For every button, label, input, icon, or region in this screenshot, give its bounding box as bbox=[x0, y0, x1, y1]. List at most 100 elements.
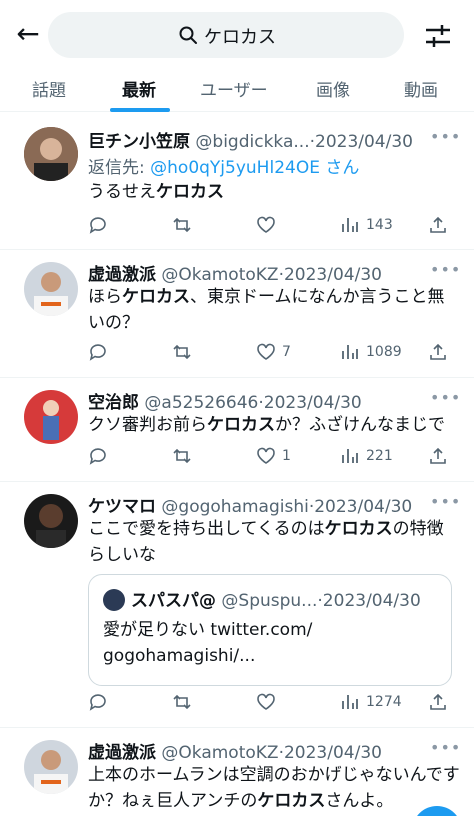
tweet-text-part: ここで愛を持ち出してくるのは bbox=[88, 519, 325, 539]
retweet-button[interactable] bbox=[172, 444, 192, 468]
retweet-icon bbox=[173, 448, 191, 464]
like-button[interactable]: 7 bbox=[256, 340, 291, 364]
tweet[interactable]: 空治郎 @a52526646·2023/04/30 ••• クソ審判お前らケロカ… bbox=[0, 378, 474, 482]
views-count: 221 bbox=[366, 448, 393, 464]
reply-prefix: 返信先: bbox=[88, 158, 151, 178]
views-button[interactable]: 221 bbox=[340, 444, 393, 468]
tweet-header: 空治郎 @a52526646·2023/04/30 bbox=[88, 388, 362, 413]
heart-icon bbox=[257, 693, 275, 710]
tab-people[interactable]: ユーザー bbox=[200, 76, 268, 101]
reply-suffix[interactable]: さん bbox=[325, 158, 359, 178]
display-name[interactable]: 空治郎 bbox=[88, 393, 139, 413]
reply-bubble-icon bbox=[89, 694, 106, 711]
display-name[interactable]: 虚過激派 bbox=[88, 743, 156, 763]
like-count: 7 bbox=[282, 344, 291, 360]
avatar[interactable] bbox=[24, 262, 78, 316]
display-name[interactable]: 巨チン小笠原 bbox=[88, 132, 190, 152]
tab-top[interactable]: 話題 bbox=[32, 76, 66, 101]
tweet[interactable]: 巨チン小笠原 @bigdickka...·2023/04/30 ••• 返信先:… bbox=[0, 113, 474, 250]
views-button[interactable]: 143 bbox=[340, 213, 393, 237]
share-button[interactable] bbox=[428, 690, 448, 714]
search-tabs: 話題 最新 ユーザー 画像 動画 bbox=[0, 64, 474, 112]
tweet-text: うるせえケロカス bbox=[88, 179, 460, 205]
retweet-icon bbox=[173, 694, 191, 710]
avatar[interactable] bbox=[24, 390, 78, 444]
like-button[interactable] bbox=[256, 690, 276, 714]
user-handle[interactable]: @OkamotoKZ bbox=[161, 265, 278, 285]
search-icon bbox=[179, 26, 197, 44]
search-term-highlight: ケロカス bbox=[122, 287, 190, 307]
avatar[interactable] bbox=[24, 740, 78, 794]
tab-videos[interactable]: 動画 bbox=[404, 76, 438, 101]
tweet-text-part: クソ審判お前ら bbox=[88, 415, 207, 435]
views-count: 143 bbox=[366, 217, 393, 233]
reply-button[interactable] bbox=[88, 444, 108, 468]
share-button[interactable] bbox=[428, 213, 448, 237]
views-button[interactable]: 1274 bbox=[340, 690, 402, 714]
tweet-header: 巨チン小笠原 @bigdickka...·2023/04/30 bbox=[88, 127, 413, 152]
avatar-photo-icon bbox=[24, 494, 78, 548]
like-button[interactable] bbox=[256, 213, 276, 237]
avatar[interactable] bbox=[24, 494, 78, 548]
tab-latest[interactable]: 最新 bbox=[122, 76, 156, 101]
reply-to-handle[interactable]: @ho0qYj5yuHl24OE bbox=[150, 158, 320, 178]
heart-icon bbox=[257, 216, 275, 233]
reply-button[interactable] bbox=[88, 340, 108, 364]
like-button[interactable]: 1 bbox=[256, 444, 291, 468]
avatar[interactable] bbox=[24, 127, 78, 181]
tweet[interactable]: 虚過激派 @OkamotoKZ·2023/04/30 ••• 上本のホームランは… bbox=[0, 728, 474, 816]
reply-button[interactable] bbox=[88, 690, 108, 714]
tweet-actions: 7 1089 bbox=[88, 340, 460, 364]
search-input[interactable]: ケロカス bbox=[48, 12, 404, 58]
more-options-icon[interactable]: ••• bbox=[430, 260, 460, 279]
display-name[interactable]: 虚過激派 bbox=[88, 265, 156, 285]
tweet-date[interactable]: ·2023/04/30 bbox=[309, 497, 412, 517]
display-name[interactable]: ケツマロ bbox=[88, 497, 156, 517]
tweet-date[interactable]: ·2023/04/30 bbox=[258, 393, 361, 413]
tweet-text-part: か？ふざけんなまじで bbox=[275, 415, 445, 435]
share-button[interactable] bbox=[428, 444, 448, 468]
avatar-photo-icon bbox=[24, 740, 78, 794]
user-handle[interactable]: @bigdickka... bbox=[195, 132, 309, 152]
more-options-icon[interactable]: ••• bbox=[430, 388, 460, 407]
user-handle[interactable]: @gogohamagishi bbox=[161, 497, 308, 517]
retweet-button[interactable] bbox=[172, 213, 192, 237]
more-options-icon[interactable]: ••• bbox=[430, 738, 460, 757]
views-bar-icon bbox=[342, 695, 358, 709]
user-handle[interactable]: @OkamotoKZ bbox=[161, 743, 278, 763]
arrow-left-icon[interactable]: ← bbox=[12, 18, 44, 50]
search-term-highlight: ケロカス bbox=[207, 415, 275, 435]
reply-button[interactable] bbox=[88, 213, 108, 237]
tab-photos[interactable]: 画像 bbox=[316, 76, 350, 101]
share-button[interactable] bbox=[428, 340, 448, 364]
views-button[interactable]: 1089 bbox=[340, 340, 402, 364]
more-options-icon[interactable]: ••• bbox=[430, 492, 460, 511]
avatar-photo-icon bbox=[24, 127, 78, 181]
more-options-icon[interactable]: ••• bbox=[430, 127, 460, 146]
tweet-date[interactable]: ·2023/04/30 bbox=[310, 132, 413, 152]
reply-bubble-icon bbox=[89, 448, 106, 465]
top-bar: ← ケロカス bbox=[0, 0, 474, 64]
tweet-text: 上本のホームランは空調のおかげじゃないんですか？ねぇ巨人アンチのケロカスさんよ。 bbox=[88, 762, 460, 814]
avatar[interactable] bbox=[103, 589, 125, 611]
quoted-tweet-line: 愛が足りない twitter.com/ bbox=[103, 620, 313, 640]
retweet-button[interactable] bbox=[172, 340, 192, 364]
tweet-actions: 1 221 bbox=[88, 444, 460, 468]
settings-sliders-icon[interactable] bbox=[420, 18, 456, 54]
tweet-date[interactable]: ·2023/04/30 bbox=[279, 743, 382, 763]
tweet[interactable]: ケツマロ @gogohamagishi·2023/04/30 ••• ここで愛を… bbox=[0, 482, 474, 728]
avatar-photo-icon bbox=[24, 390, 78, 444]
quoted-tweet-text: 愛が足りない twitter.com/ gogohamagishi/... bbox=[103, 617, 433, 669]
tweet-header: ケツマロ @gogohamagishi·2023/04/30 bbox=[88, 492, 412, 517]
search-query: ケロカス bbox=[204, 27, 276, 48]
tweet-actions: 1274 bbox=[88, 690, 460, 714]
user-handle[interactable]: @a52526646 bbox=[144, 393, 258, 413]
tweet[interactable]: 虚過激派 @OkamotoKZ·2023/04/30 ••• ほらケロカス、東京… bbox=[0, 250, 474, 378]
views-bar-icon bbox=[342, 345, 358, 359]
quoted-tweet[interactable]: スパスパ@ @Spuspu...·2023/04/30 愛が足りない twitt… bbox=[88, 574, 452, 686]
share-icon bbox=[430, 693, 446, 710]
retweet-button[interactable] bbox=[172, 690, 192, 714]
tweet-actions: 143 bbox=[88, 213, 460, 237]
tweet-date[interactable]: ·2023/04/30 bbox=[279, 265, 382, 285]
reply-bubble-icon bbox=[89, 344, 106, 361]
